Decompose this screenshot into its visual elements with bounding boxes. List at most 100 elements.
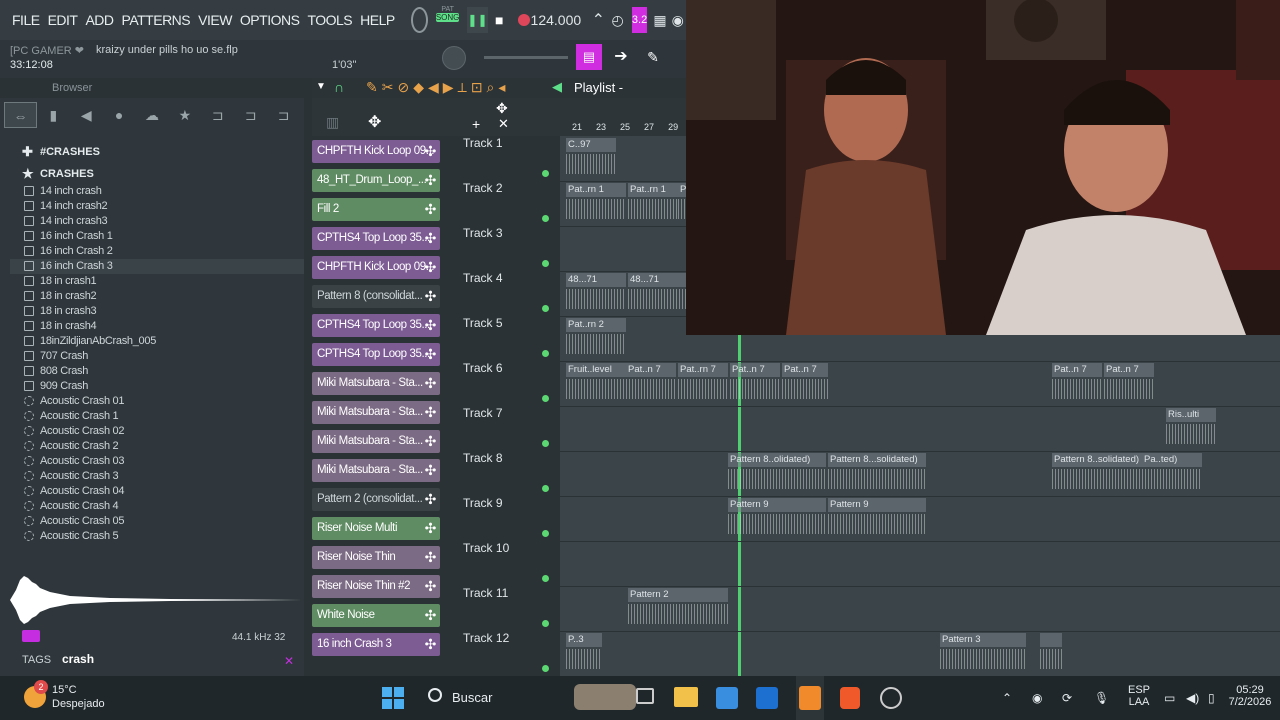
browser-file-item[interactable]: Acoustic Crash 04 <box>10 484 304 499</box>
browser-file-item[interactable]: 18 in crash2 <box>10 289 304 304</box>
language-indicator[interactable]: ESP LAA <box>1124 676 1154 720</box>
browser-file-item[interactable]: 18inZildjianAbCrash_005 <box>10 334 304 349</box>
pattern-item[interactable]: CHPFTH Kick Loop 09... ✣ <box>312 256 440 279</box>
track-header[interactable]: Track 8 <box>458 451 558 496</box>
track-mute-led[interactable] <box>542 485 549 492</box>
pattern-item[interactable]: Pattern 8 (consolidat... ✣ <box>312 285 440 308</box>
track-header[interactable]: Track 5 <box>458 316 558 361</box>
pattern-item[interactable]: CHPFTH Kick Loop 09... ✣ <box>312 140 440 163</box>
cloud-icon[interactable]: ☁ <box>136 102 169 128</box>
pattern-item[interactable]: Miki Matsubara - Sta... ✣ <box>312 401 440 424</box>
playlist-clip[interactable]: Pattern 3 <box>940 633 1026 647</box>
track-header[interactable]: Track 7 <box>458 406 558 451</box>
browser-file-item[interactable]: Acoustic Crash 05 <box>10 514 304 529</box>
pattern-add-icon[interactable]: ✣ <box>425 314 437 337</box>
track-header[interactable]: Track 11 <box>458 586 558 631</box>
browser-file-item[interactable]: 909 Crash <box>10 379 304 394</box>
grid-tool-icon[interactable]: ▥ <box>326 114 339 131</box>
pattern-add-icon[interactable]: ✣ <box>425 169 437 192</box>
track-header[interactable]: Track 2 <box>458 181 558 226</box>
browser-file-item[interactable]: Acoustic Crash 1 <box>10 409 304 424</box>
countdown-icon[interactable]: 3.2 <box>631 7 648 33</box>
time-ruler[interactable]: 21 23 25 27 29 <box>572 122 686 134</box>
master-volume-knob[interactable] <box>442 46 466 70</box>
playlist-clip[interactable]: Pat..rn 1 <box>566 183 626 197</box>
track-header[interactable]: Track 1 <box>458 136 558 181</box>
track-mute-led[interactable] <box>542 305 549 312</box>
piano-icon[interactable]: ▤ <box>576 44 602 70</box>
browser-file-item[interactable]: 16 inch Crash 2 <box>10 244 304 259</box>
weather-widget[interactable]: 2 15°C Despejado <box>24 676 144 720</box>
track-mute-led[interactable] <box>542 620 549 627</box>
browser-file-item[interactable]: Acoustic Crash 2 <box>10 439 304 454</box>
playlist-clip[interactable]: Pattern 8..olidated) <box>728 453 826 467</box>
playlist-clip[interactable]: 48...71 <box>566 273 626 287</box>
pattern-add-icon[interactable]: ✣ <box>425 285 437 308</box>
browser-file-item[interactable]: 14 inch crash2 <box>10 199 304 214</box>
track-mute-led[interactable] <box>542 440 549 447</box>
track-header[interactable]: Track 9 <box>458 496 558 541</box>
pattern-item[interactable]: Miki Matsubara - Sta... ✣ <box>312 459 440 482</box>
menu-add[interactable]: ADD <box>81 0 117 40</box>
pattern-add-icon[interactable]: ✣ <box>425 575 437 598</box>
pattern-item[interactable]: Riser Noise Thin ✣ <box>312 546 440 569</box>
file-icon[interactable]: ▮ <box>37 102 70 128</box>
add-track-icon[interactable]: + <box>472 116 480 132</box>
speaker-icon[interactable]: ◀ <box>70 102 103 128</box>
playlist-clip[interactable]: C..97 <box>566 138 616 152</box>
start-button[interactable] <box>380 676 406 720</box>
track-mute-led[interactable] <box>542 395 549 402</box>
track-mute-led[interactable] <box>542 665 549 672</box>
pattern-add-icon[interactable]: ✣ <box>425 140 437 163</box>
track-mute-led[interactable] <box>542 350 549 357</box>
tray-chevron-icon[interactable]: ⌃ <box>1002 676 1016 720</box>
pattern-add-icon[interactable]: ✣ <box>425 633 437 656</box>
browser-file-item[interactable]: Acoustic Crash 5 <box>10 529 304 544</box>
track-mute-led[interactable] <box>542 575 549 582</box>
pattern-add-icon[interactable]: ✣ <box>425 459 437 482</box>
task-view-icon[interactable] <box>636 676 660 720</box>
pattern-item[interactable]: 48_HT_Drum_Loop_... ✣ <box>312 169 440 192</box>
pattern-item[interactable]: CPTHS4 Top Loop 35... ✣ <box>312 343 440 366</box>
playlist-menu-arrow-icon[interactable]: ▼ <box>316 81 326 92</box>
move-tool-icon[interactable]: ✥ <box>368 112 381 132</box>
browser-file-item[interactable]: 14 inch crash3 <box>10 214 304 229</box>
tray-network-icon[interactable]: ▭ <box>1164 676 1180 720</box>
blend-notes-icon[interactable]: ◉ <box>672 12 686 29</box>
arrow-right-icon[interactable]: ➔ <box>608 44 634 70</box>
pattern-item[interactable]: Riser Noise Thin #2 ✣ <box>312 575 440 598</box>
folder-add-icon[interactable]: ⊐ <box>234 102 267 128</box>
playlist-clip[interactable]: Pat..rn 1 <box>678 183 686 197</box>
browser-file-item[interactable]: 16 inch Crash 3 <box>10 259 304 274</box>
brave-icon[interactable] <box>840 676 866 720</box>
metronome-icon[interactable]: ⌃ <box>591 10 605 30</box>
menu-tools[interactable]: TOOLS <box>303 0 356 40</box>
menu-edit[interactable]: EDIT <box>44 0 82 40</box>
file-explorer-icon[interactable] <box>674 676 700 720</box>
tray-volume-icon[interactable]: ◀) <box>1186 676 1202 720</box>
folder-crashes-root[interactable]: ✚ #CRASHES <box>10 140 304 164</box>
tray-battery-icon[interactable]: ▯ <box>1208 676 1224 720</box>
pattern-add-icon[interactable]: ✣ <box>425 546 437 569</box>
star-icon[interactable]: ★ <box>168 102 201 128</box>
playlist-clip[interactable]: Pat..n 7 <box>1104 363 1154 377</box>
track-mute-led[interactable] <box>542 215 549 222</box>
playlist-clip[interactable]: Fruit..level <box>566 363 626 377</box>
pattern-item[interactable]: CPTHS4 Top Loop 35... ✣ <box>312 227 440 250</box>
browser-file-item[interactable]: 18 in crash4 <box>10 319 304 334</box>
browser-file-item[interactable]: 16 inch Crash 1 <box>10 229 304 244</box>
pattern-add-icon[interactable]: ✣ <box>425 198 437 221</box>
draw-tools-icons[interactable]: ✎✂⊘◆◀▶⟂⊡⌕◂ <box>366 79 509 96</box>
playlist-clip[interactable]: Pattern 8..solidated) <box>1052 453 1142 467</box>
tray-mic-icon[interactable]: 🎙 <box>1094 676 1109 720</box>
playlist-clip[interactable]: Pat..rn 1 <box>628 183 678 197</box>
preview-play-icon[interactable] <box>22 630 40 642</box>
menu-help[interactable]: HELP <box>356 0 399 40</box>
pattern-add-icon[interactable]: ✣ <box>425 401 437 424</box>
pattern-item[interactable]: CPTHS4 Top Loop 35... ✣ <box>312 314 440 337</box>
tempo-display[interactable]: 124.000 <box>531 12 582 28</box>
playlist-clip[interactable]: Pat..rn 2 <box>566 318 626 332</box>
pattern-item[interactable]: Miki Matsubara - Sta... ✣ <box>312 372 440 395</box>
playlist-clip[interactable]: Pat..rn 7 <box>678 363 728 377</box>
store-icon[interactable] <box>716 676 742 720</box>
